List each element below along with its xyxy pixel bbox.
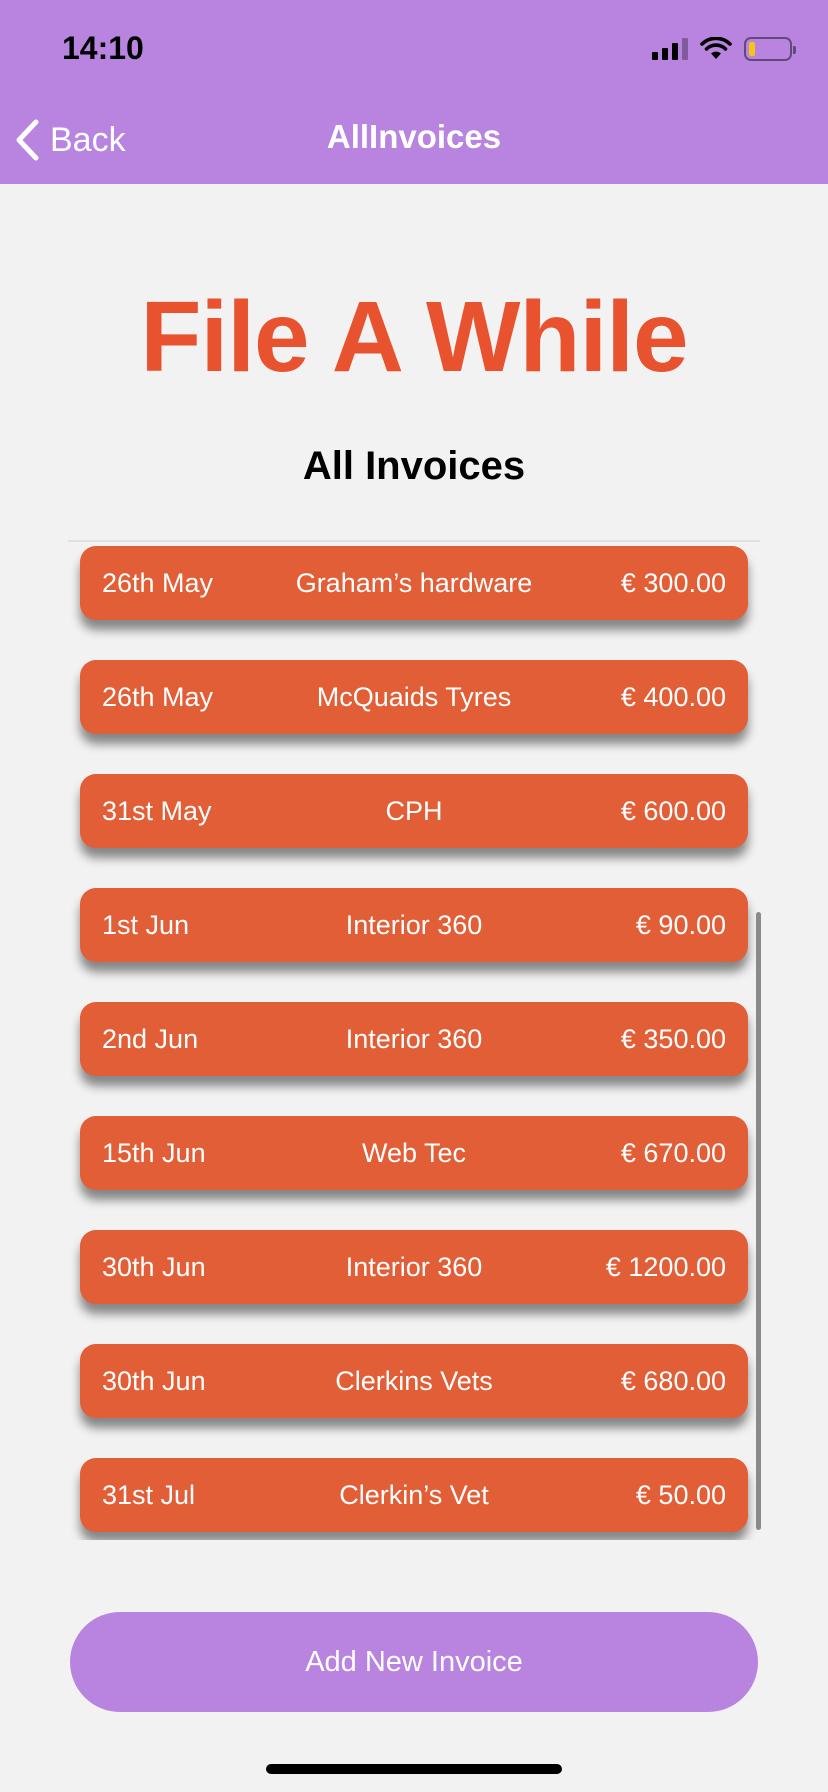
status-icons <box>652 34 796 64</box>
invoice-row[interactable]: 30th Jun Interior 360 € 1200.00 <box>80 1230 748 1304</box>
invoice-amount: € 50.00 <box>635 1480 726 1510</box>
navigation-header: 14:10 Back AllInvoices <box>0 0 828 184</box>
invoice-amount: € 300.00 <box>620 568 726 598</box>
invoice-row[interactable]: 2nd Jun Interior 360 € 350.00 <box>80 1002 748 1076</box>
invoice-row[interactable]: 31st Jul Clerkin’s Vet € 50.00 <box>80 1458 748 1532</box>
scrollbar[interactable] <box>756 912 761 1530</box>
home-indicator <box>266 1764 562 1774</box>
invoice-amount: € 680.00 <box>620 1366 726 1396</box>
invoice-amount: € 400.00 <box>620 682 726 712</box>
wifi-icon <box>700 37 732 59</box>
cellular-signal-icon <box>652 38 688 60</box>
app-brand-title: File A While <box>140 281 688 393</box>
invoice-row[interactable]: 26th May McQuaids Tyres € 400.00 <box>80 660 748 734</box>
invoice-amount: € 670.00 <box>620 1138 726 1168</box>
add-new-invoice-button[interactable]: Add New Invoice <box>70 1612 758 1712</box>
invoice-row[interactable]: 15th Jun Web Tec € 670.00 <box>80 1116 748 1190</box>
invoice-row[interactable]: 30th Jun Clerkins Vets € 680.00 <box>80 1344 748 1418</box>
invoice-amount: € 350.00 <box>620 1024 726 1054</box>
section-title: All Invoices <box>302 444 526 488</box>
invoice-row[interactable]: 1st Jun Interior 360 € 90.00 <box>80 888 748 962</box>
invoice-amount: € 90.00 <box>635 910 726 940</box>
battery-icon <box>744 37 796 61</box>
invoice-list[interactable]: 26th May Graham’s hardware € 300.00 26th Ma… <box>68 540 760 1540</box>
invoice-amount: € 1200.00 <box>605 1252 726 1282</box>
invoice-row[interactable]: 31st May CPH € 600.00 <box>80 774 748 848</box>
status-time: 14:10 <box>62 30 144 66</box>
invoice-row[interactable]: 26th May Graham’s hardware € 300.00 <box>80 546 748 620</box>
nav-title: AllInvoices <box>326 118 502 155</box>
invoice-amount: € 600.00 <box>620 796 726 826</box>
